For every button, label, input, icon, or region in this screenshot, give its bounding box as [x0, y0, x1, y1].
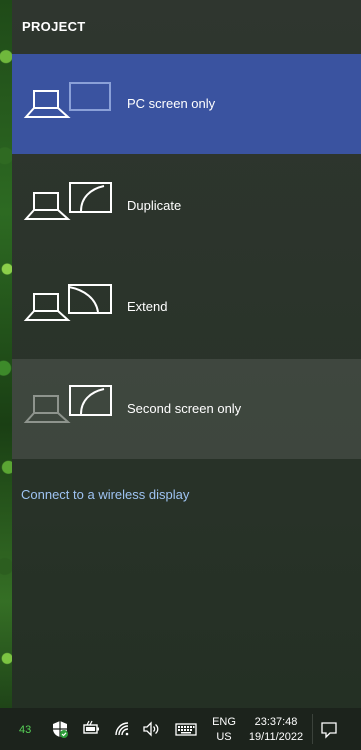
volume-icon[interactable]	[140, 718, 162, 740]
option-label: Duplicate	[127, 198, 182, 213]
desktop-wallpaper	[0, 0, 12, 708]
battery-icon[interactable]	[80, 718, 102, 740]
option-pc-screen-only[interactable]: PC screen only	[12, 54, 361, 154]
keyboard-icon[interactable]	[174, 718, 198, 740]
wifi-icon[interactable]	[111, 718, 133, 740]
notification-count[interactable]: 43	[19, 724, 31, 736]
language-region: US	[216, 731, 232, 743]
action-center-icon[interactable]	[318, 718, 340, 740]
duplicate-icon	[22, 156, 126, 256]
option-extend[interactable]: Extend	[12, 257, 361, 357]
second-screen-only-icon	[22, 359, 126, 459]
extend-icon	[22, 257, 126, 357]
clock-date: 19/11/2022	[248, 731, 304, 743]
language-code: ENG	[212, 716, 236, 728]
clock[interactable]: 23:37:48 19/11/2022	[246, 715, 306, 745]
taskbar: 43 ENG US 23:37:48 19/11/2022	[0, 708, 361, 750]
project-panel: PROJECT PC screen only Duplicate Extend …	[12, 0, 361, 708]
security-shield-icon[interactable]	[49, 718, 71, 740]
option-second-screen-only[interactable]: Second screen only	[12, 359, 361, 459]
option-label: PC screen only	[127, 96, 216, 111]
connect-wireless-display-link[interactable]: Connect to a wireless display	[21, 487, 189, 502]
option-label: Extend	[127, 299, 168, 314]
option-label: Second screen only	[127, 401, 242, 416]
taskbar-divider	[312, 714, 313, 744]
option-duplicate[interactable]: Duplicate	[12, 156, 361, 256]
language-indicator[interactable]: ENG US	[210, 715, 238, 745]
clock-time: 23:37:48	[254, 716, 298, 728]
panel-title: PROJECT	[22, 19, 86, 34]
pc-screen-only-icon	[22, 54, 126, 154]
